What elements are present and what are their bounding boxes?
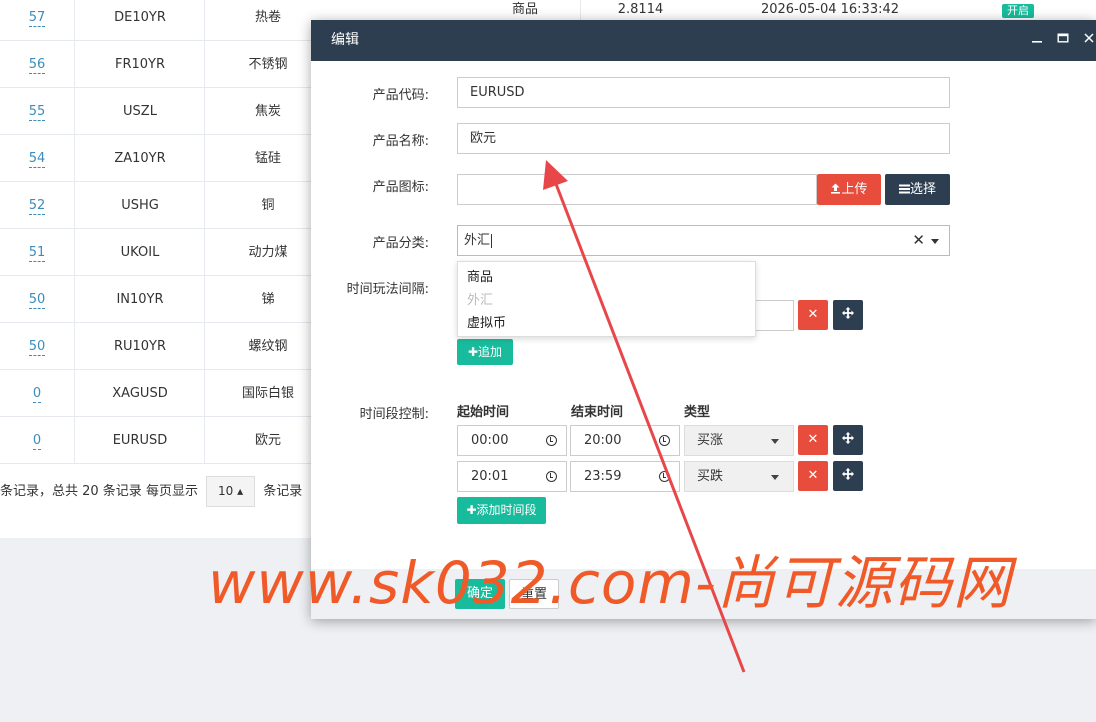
row-id-link[interactable]: 50 (28, 292, 46, 309)
interval-label: 时间玩法间隔: (346, 282, 429, 297)
dropdown-option[interactable]: 商品 (458, 266, 755, 289)
plus-icon: ✚ (467, 345, 479, 359)
type-header: 类型 (684, 405, 711, 420)
row-id-link[interactable]: 51 (28, 245, 46, 262)
dropdown-option-selected[interactable]: 外汇 (458, 289, 755, 312)
category-label: 产品分类: (372, 236, 429, 251)
maximize-icon[interactable] (1055, 32, 1071, 48)
upload-button[interactable]: 上传 (817, 174, 881, 205)
row-code: IN10YR (76, 276, 205, 323)
type-select[interactable]: 买涨 (684, 425, 794, 456)
choose-button[interactable]: 选择 (885, 174, 950, 205)
icon-label: 产品图标: (372, 180, 429, 195)
caret-up-icon: ▴ (233, 484, 244, 498)
close-icon: ✕ (807, 432, 819, 447)
status-badge[interactable]: 开启 (1002, 4, 1034, 18)
chevron-down-icon[interactable] (931, 239, 939, 244)
move-icon (842, 432, 854, 447)
dialog-title: 编辑 (331, 32, 359, 48)
clear-icon[interactable]: ✕ (912, 226, 925, 255)
row-code: FR10YR (76, 41, 205, 88)
code-input[interactable]: EURUSD (457, 77, 950, 108)
move-icon (842, 307, 854, 322)
edit-dialog: 编辑 产品代码: EURUSD 产品名称: 欧元 产品图标: 上传 选择 产品分… (311, 20, 1096, 619)
list-icon (898, 182, 910, 197)
move-icon (842, 468, 854, 483)
add-period-button[interactable]: ✚添加时间段 (457, 497, 546, 524)
close-icon[interactable] (1081, 32, 1096, 48)
row-code: UKOIL (76, 229, 205, 276)
end-time-header: 结束时间 (571, 405, 624, 420)
text-cursor (491, 233, 493, 248)
plus-icon: ✚ (466, 503, 477, 517)
period-drag-button[interactable] (833, 461, 863, 491)
row-code: USHG (76, 182, 205, 229)
close-icon: ✕ (807, 307, 819, 322)
time-control-label: 时间段控制: (359, 407, 429, 422)
end-time-input[interactable]: 23:59 (570, 461, 680, 492)
dialog-header[interactable]: 编辑 (311, 20, 1096, 61)
name-label: 产品名称: (372, 134, 429, 149)
chevron-down-icon (771, 439, 779, 444)
upload-icon (830, 182, 841, 197)
row-code: USZL (76, 88, 205, 135)
name-input[interactable]: 欧元 (457, 123, 950, 154)
row-id-link[interactable]: 56 (28, 57, 46, 74)
clock-icon (659, 435, 670, 446)
chevron-down-icon (771, 475, 779, 480)
end-time-input[interactable]: 20:00 (570, 425, 680, 456)
type-select[interactable]: 买跌 (684, 461, 794, 492)
row-id-link[interactable]: 0 (32, 433, 42, 450)
clock-icon (546, 471, 557, 482)
row-id-link[interactable]: 50 (28, 339, 46, 356)
row-id-link[interactable]: 52 (28, 198, 46, 215)
clock-icon (546, 435, 557, 446)
category-select[interactable]: 外汇 ✕ (457, 225, 950, 256)
pager-text-before: 条记录，总共 20 条记录 每页显示 (0, 484, 198, 499)
row-code: DE10YR (76, 0, 205, 41)
add-interval-button[interactable]: ✚追加 (457, 339, 513, 365)
pagination-info: 条记录，总共 20 条记录 每页显示 10 ▴ 条记录 (0, 476, 302, 508)
pager-text-after: 条记录 (263, 484, 303, 499)
clock-icon (659, 471, 670, 482)
dropdown-option[interactable]: 虚拟币 (458, 312, 755, 335)
category-dropdown: 商品 外汇 虚拟币 (457, 261, 756, 337)
period-delete-button[interactable]: ✕ (798, 461, 828, 491)
start-time-header: 起始时间 (457, 405, 510, 420)
row-code: XAGUSD (76, 370, 205, 417)
period-delete-button[interactable]: ✕ (798, 425, 828, 455)
close-icon: ✕ (807, 468, 819, 483)
row-code: ZA10YR (76, 135, 205, 182)
period-drag-button[interactable] (833, 425, 863, 455)
watermark-text: www.sk032.com-尚可源码网 (208, 549, 1012, 617)
page-size-select[interactable]: 10 ▴ (206, 476, 256, 507)
row-id-link[interactable]: 54 (28, 151, 46, 168)
row-id-link[interactable]: 0 (32, 386, 42, 403)
row-code: EURUSD (76, 417, 205, 464)
row-code: RU10YR (76, 323, 205, 370)
interval-drag-button[interactable] (833, 300, 863, 330)
interval-delete-button[interactable]: ✕ (798, 300, 828, 330)
start-time-input[interactable]: 20:01 (457, 461, 567, 492)
row-id-link[interactable]: 55 (28, 104, 46, 121)
start-time-input[interactable]: 00:00 (457, 425, 567, 456)
icon-path-input[interactable] (457, 174, 817, 205)
category-search-text: 外汇 (464, 233, 491, 248)
row-id-link[interactable]: 57 (28, 10, 46, 27)
code-label: 产品代码: (372, 88, 429, 103)
minimize-icon[interactable] (1029, 32, 1045, 48)
